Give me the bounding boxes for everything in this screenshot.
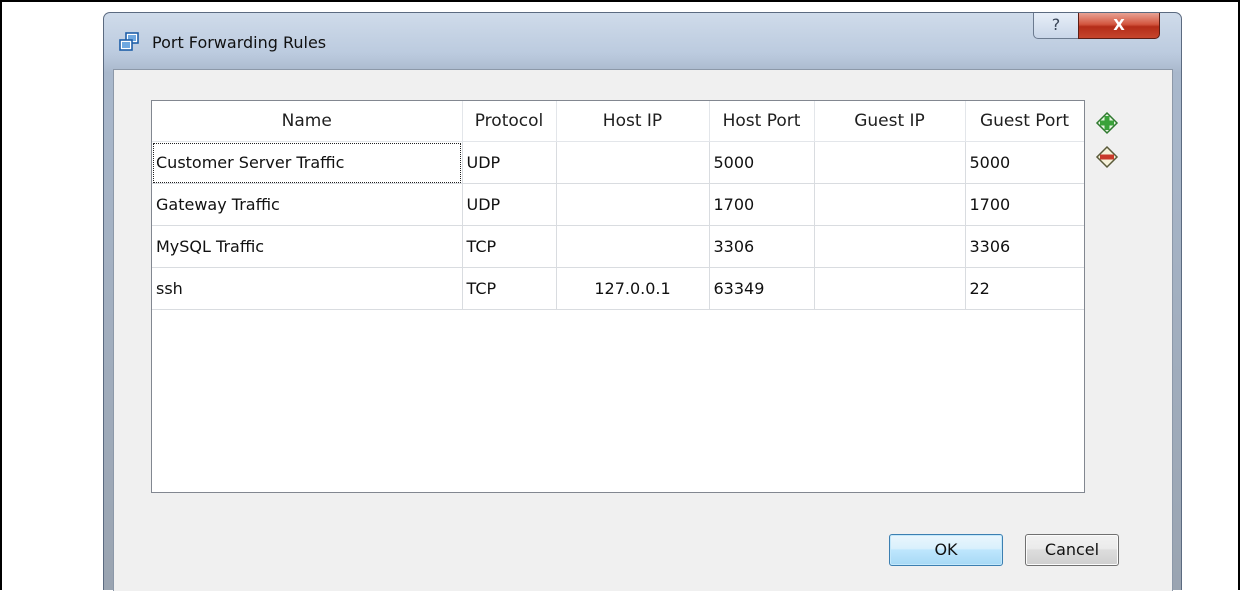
cell-protocol[interactable]: TCP <box>462 267 557 310</box>
rules-table-container[interactable]: Name Protocol Host IP Host Port Guest IP… <box>151 100 1085 493</box>
cell-guest-ip[interactable] <box>814 225 966 268</box>
table-row[interactable]: ssh TCP 127.0.0.1 63349 22 <box>152 267 1084 310</box>
cell-protocol[interactable]: UDP <box>462 141 557 184</box>
dialog-client-area: Name Protocol Host IP Host Port Guest IP… <box>113 69 1173 591</box>
cell-guest-port[interactable]: 3306 <box>965 225 1084 268</box>
cell-guest-port[interactable]: 22 <box>965 267 1084 310</box>
column-header-host-port[interactable]: Host Port <box>709 101 815 142</box>
cell-guest-port[interactable]: 1700 <box>965 183 1084 226</box>
cell-guest-ip[interactable] <box>814 141 966 184</box>
cell-guest-ip[interactable] <box>814 267 966 310</box>
cell-guest-port[interactable]: 5000 <box>965 141 1084 184</box>
cancel-button[interactable]: Cancel <box>1025 534 1119 566</box>
title-bar[interactable]: Port Forwarding Rules ? X <box>104 13 1181 69</box>
table-row[interactable]: Gateway Traffic UDP 1700 1700 <box>152 183 1084 226</box>
cell-name[interactable]: Gateway Traffic <box>152 183 463 226</box>
cell-host-port[interactable]: 3306 <box>709 225 815 268</box>
table-header-row: Name Protocol Host IP Host Port Guest IP… <box>152 101 1084 142</box>
cell-name[interactable]: ssh <box>152 267 463 310</box>
cell-name[interactable]: Customer Server Traffic <box>152 141 463 184</box>
cell-host-port[interactable]: 1700 <box>709 183 815 226</box>
cell-protocol[interactable]: UDP <box>462 183 557 226</box>
cell-host-ip[interactable] <box>556 183 710 226</box>
close-button[interactable]: X <box>1078 13 1160 39</box>
cell-name[interactable]: MySQL Traffic <box>152 225 463 268</box>
rules-table: Name Protocol Host IP Host Port Guest IP… <box>152 101 1084 310</box>
column-header-name[interactable]: Name <box>152 101 463 142</box>
window-title: Port Forwarding Rules <box>152 33 327 52</box>
column-header-guest-ip[interactable]: Guest IP <box>814 101 966 142</box>
table-row[interactable]: Customer Server Traffic UDP 5000 5000 <box>152 141 1084 184</box>
table-row[interactable]: MySQL Traffic TCP 3306 3306 <box>152 225 1084 268</box>
cell-guest-ip[interactable] <box>814 183 966 226</box>
ok-button[interactable]: OK <box>889 534 1003 566</box>
cell-host-port[interactable]: 63349 <box>709 267 815 310</box>
cell-host-ip[interactable] <box>556 141 710 184</box>
column-header-protocol[interactable]: Protocol <box>462 101 557 142</box>
help-button[interactable]: ? <box>1033 13 1079 39</box>
column-header-host-ip[interactable]: Host IP <box>556 101 710 142</box>
port-forwarding-dialog: Port Forwarding Rules ? X Name Protocol … <box>103 12 1182 591</box>
column-header-guest-port[interactable]: Guest Port <box>965 101 1084 142</box>
network-icon <box>119 32 139 51</box>
remove-rule-icon[interactable] <box>1095 145 1119 169</box>
add-rule-icon[interactable] <box>1095 111 1119 135</box>
cell-host-ip[interactable]: 127.0.0.1 <box>556 267 710 310</box>
cell-protocol[interactable]: TCP <box>462 225 557 268</box>
cell-host-port[interactable]: 5000 <box>709 141 815 184</box>
cell-host-ip[interactable] <box>556 225 710 268</box>
